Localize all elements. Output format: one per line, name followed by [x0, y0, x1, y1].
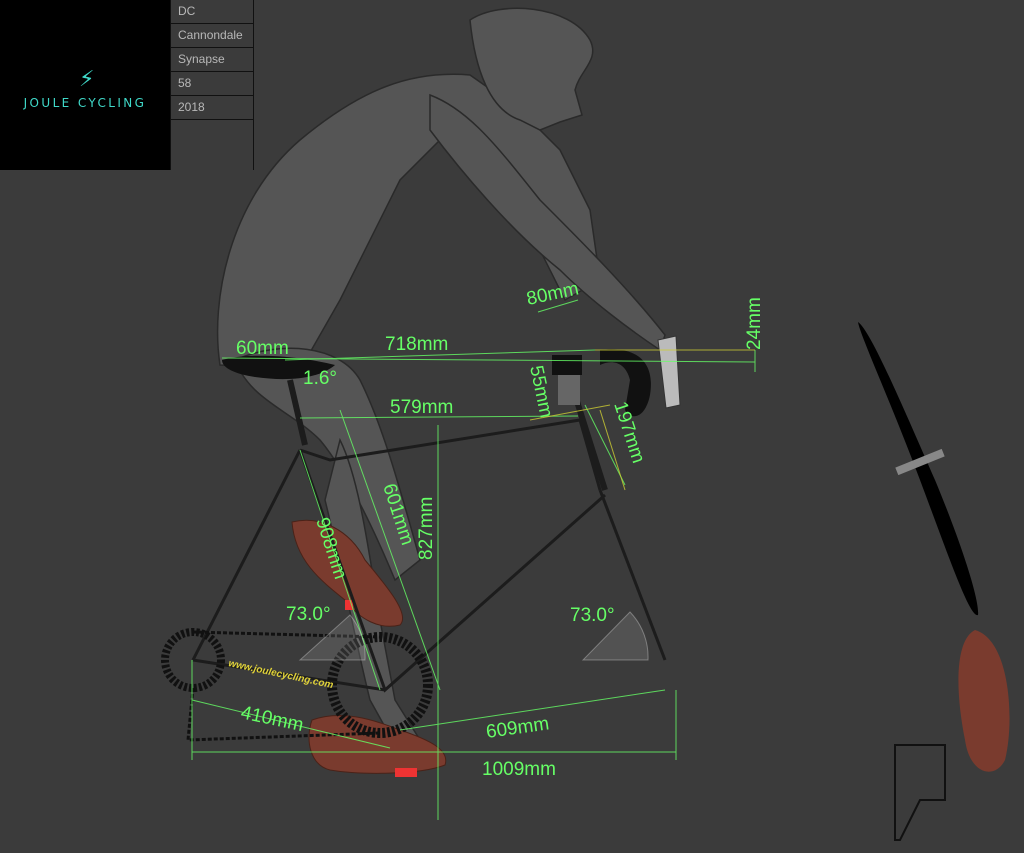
stem-length-label: 80mm: [525, 278, 581, 310]
watermark-text: www.joulecycling.com: [227, 658, 334, 691]
stack-label: 827mm: [416, 497, 437, 560]
front-center-label: 609mm: [485, 713, 551, 743]
saddle-to-bar-label: 718mm: [385, 334, 448, 355]
brake-hood: [657, 335, 681, 409]
spacers-label: 55mm: [525, 364, 557, 420]
cleat: [395, 768, 417, 777]
seat-angle-label: 73.0°: [286, 604, 331, 625]
saddle-tilt-label: 1.6°: [303, 368, 337, 389]
bike-fit-diagram: www.joulecycling.com 60mm 718mm 1.6° 24m…: [161, 7, 1010, 841]
top-tube-label: 579mm: [390, 397, 453, 418]
head-angle-label: 73.0°: [570, 605, 615, 626]
front-view-crank: [894, 744, 946, 841]
spacer-stack: [558, 375, 580, 405]
front-shoe: [308, 714, 447, 774]
stem: [552, 355, 582, 375]
saddle-setback-label: 60mm: [236, 338, 289, 359]
front-view: [858, 322, 1010, 841]
wheelbase-label: 1009mm: [482, 759, 556, 780]
front-view-wheel: [858, 322, 979, 616]
front-view-shoe: [958, 630, 1010, 772]
bar-drop-label: 24mm: [744, 297, 765, 350]
chainstay-label: 410mm: [239, 702, 305, 736]
